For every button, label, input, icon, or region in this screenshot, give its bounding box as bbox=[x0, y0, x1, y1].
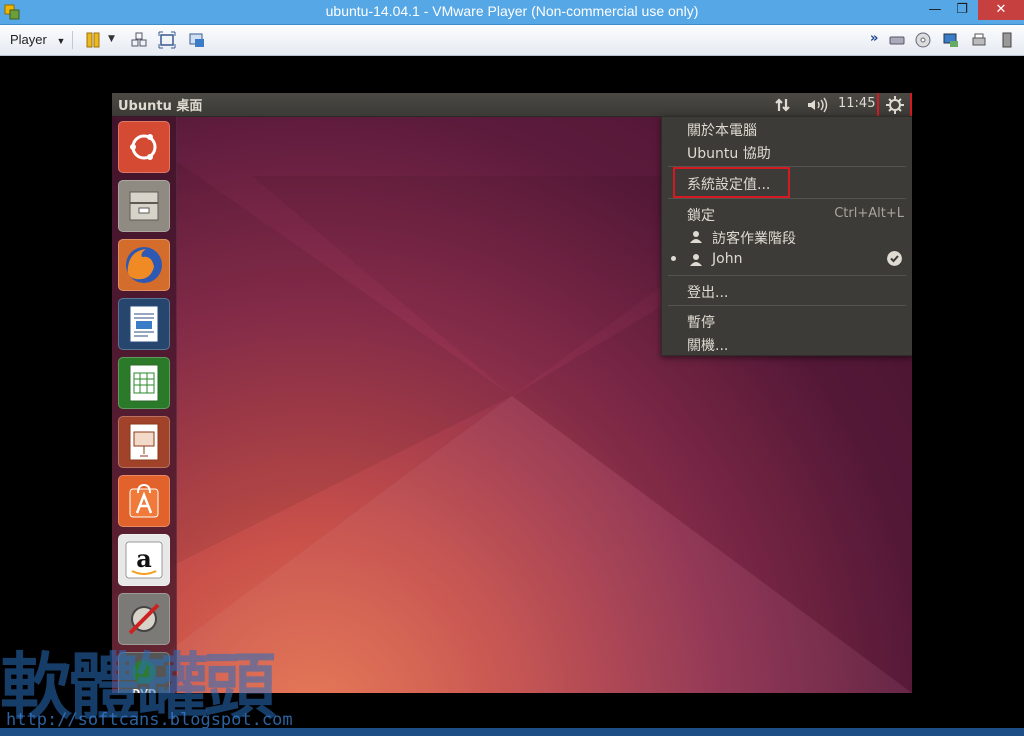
window-title-label: Ubuntu 桌面 bbox=[118, 99, 203, 114]
network-indicator-icon[interactable] bbox=[774, 96, 792, 114]
volume-indicator-icon[interactable] bbox=[806, 96, 828, 114]
dash-home-icon[interactable] bbox=[118, 121, 170, 173]
menu-separator bbox=[668, 275, 906, 276]
ubuntu-top-panel: Ubuntu 桌面 11:45 bbox=[112, 93, 912, 118]
menu-item-guest-session[interactable]: 訪客作業階段 bbox=[712, 228, 796, 248]
menu-item-shutdown[interactable]: 關機... bbox=[687, 335, 728, 355]
chevron-down-icon: ▼ bbox=[56, 36, 66, 46]
checkmark-icon bbox=[887, 251, 902, 266]
menu-item-lock[interactable]: 鎖定 bbox=[687, 205, 715, 225]
settings-highlight-box bbox=[673, 167, 790, 198]
toolbar-divider bbox=[72, 31, 73, 49]
windows-taskbar bbox=[0, 728, 1024, 736]
active-session-bullet bbox=[671, 256, 676, 261]
network-adapter-icon[interactable] bbox=[942, 31, 960, 49]
impress-icon[interactable] bbox=[118, 416, 170, 468]
window-title: ubuntu-14.04.1 - VMware Player (Non-comm… bbox=[325, 3, 699, 19]
pause-dropdown-icon[interactable]: ▼ bbox=[108, 34, 115, 44]
maximize-button[interactable]: ❐ bbox=[948, 0, 976, 20]
amazon-icon[interactable]: a bbox=[118, 534, 170, 586]
user-icon bbox=[690, 231, 702, 243]
software-center-icon[interactable] bbox=[118, 475, 170, 527]
minimize-button[interactable]: — bbox=[920, 0, 950, 20]
unity-launcher: a DVD bbox=[112, 116, 177, 693]
vm-screen[interactable]: Ubuntu 桌面 11:45 a DVD 關於本電腦 Ubuntu 協助 系統… bbox=[112, 93, 912, 693]
watermark-url: http://softcans.blogspot.com bbox=[6, 710, 293, 730]
files-icon[interactable] bbox=[118, 180, 170, 232]
pause-icon[interactable] bbox=[84, 31, 102, 49]
writer-icon[interactable] bbox=[118, 298, 170, 350]
user-icon bbox=[690, 254, 702, 266]
send-ctrl-alt-del-icon[interactable] bbox=[130, 31, 148, 49]
menu-item-user-john[interactable]: John bbox=[712, 251, 742, 267]
lock-shortcut: Ctrl+Alt+L bbox=[834, 206, 904, 221]
vmware-toolbar: Player ▼ ▼ » bbox=[0, 25, 1024, 56]
printer-icon[interactable] bbox=[970, 31, 988, 49]
player-menu-button[interactable]: Player ▼ bbox=[6, 29, 69, 51]
firefox-icon[interactable] bbox=[118, 239, 170, 291]
window-titlebar[interactable]: ubuntu-14.04.1 - VMware Player (Non-comm… bbox=[0, 0, 1024, 25]
player-menu-label: Player bbox=[10, 32, 47, 47]
unity-mode-icon[interactable] bbox=[188, 31, 206, 49]
menu-item-suspend[interactable]: 暫停 bbox=[687, 312, 715, 332]
close-button[interactable]: ✕ bbox=[978, 0, 1024, 20]
hard-disk-icon[interactable] bbox=[888, 31, 906, 49]
session-menu: 關於本電腦 Ubuntu 協助 系統設定值... 鎖定 Ctrl+Alt+L 訪… bbox=[661, 116, 912, 356]
usb-device-icon[interactable] bbox=[998, 31, 1016, 49]
more-chevron-icon[interactable]: » bbox=[870, 31, 878, 46]
cd-drive-icon[interactable] bbox=[914, 31, 932, 49]
menu-separator bbox=[668, 305, 906, 306]
clock-indicator[interactable]: 11:45 bbox=[838, 96, 875, 111]
fullscreen-icon[interactable] bbox=[158, 31, 176, 49]
menu-item-logout[interactable]: 登出... bbox=[687, 282, 728, 302]
gear-highlight-box bbox=[877, 93, 912, 118]
menu-item-help[interactable]: Ubuntu 協助 bbox=[687, 143, 771, 163]
calc-icon[interactable] bbox=[118, 357, 170, 409]
menu-separator bbox=[668, 198, 906, 199]
menu-item-about[interactable]: 關於本電腦 bbox=[687, 120, 757, 140]
svg-text:a: a bbox=[136, 544, 152, 573]
